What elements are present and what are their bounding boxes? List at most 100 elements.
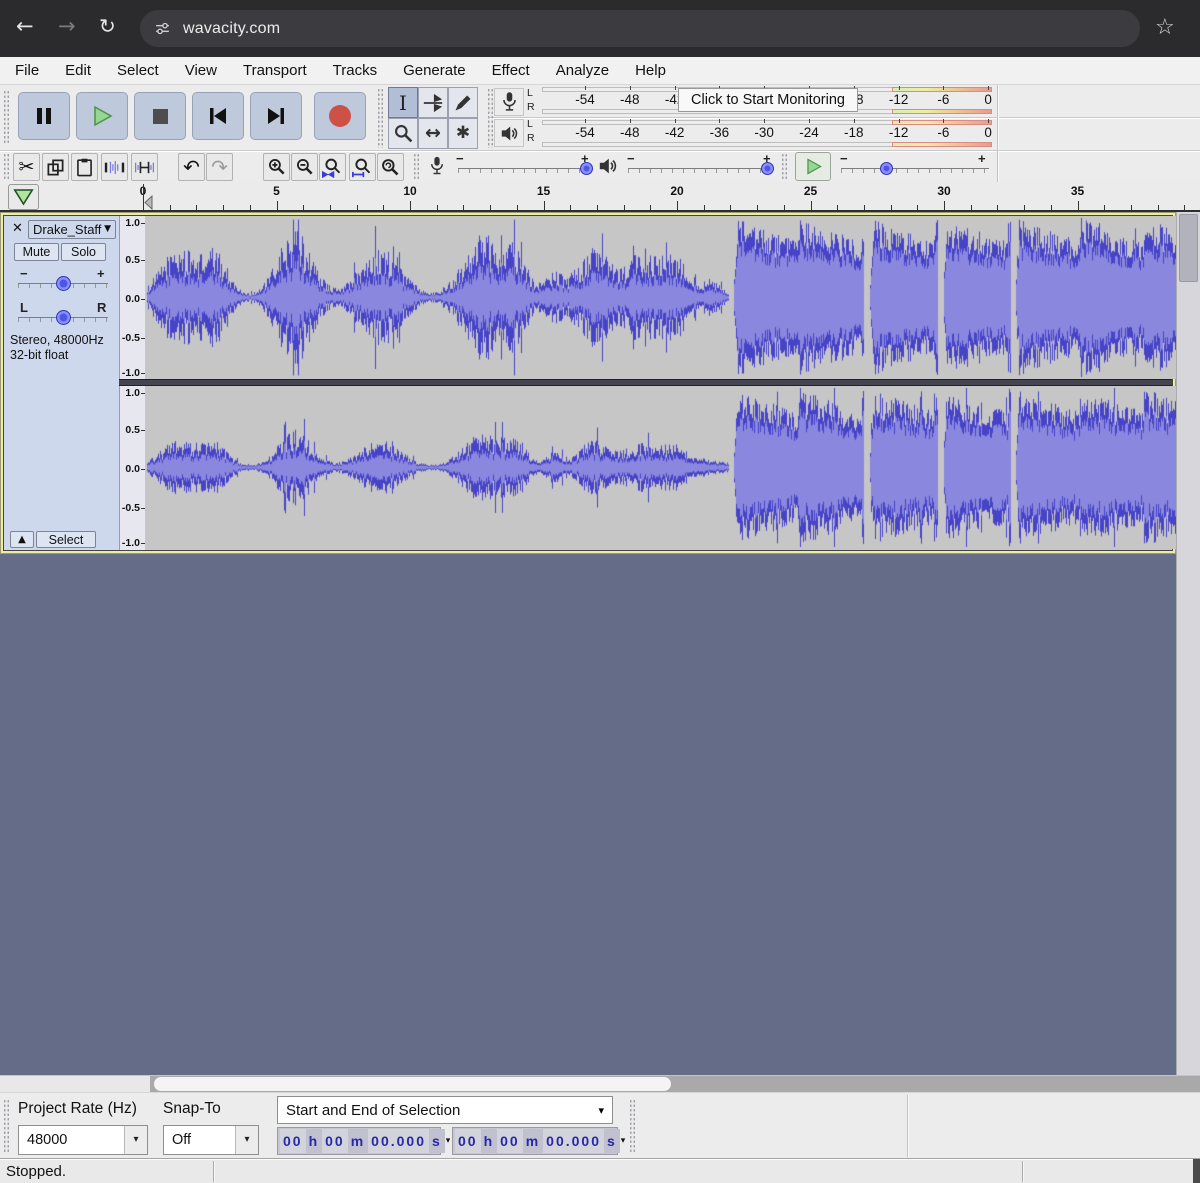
playback-meter[interactable]: -54-48-42-36-30-24-18-12-60: [540, 118, 996, 149]
multi-tool-button[interactable]: ✱: [448, 118, 478, 149]
browser-back-icon[interactable]: ←: [16, 16, 34, 37]
snap-to-combo[interactable]: Off ▾: [163, 1125, 259, 1155]
paste-button[interactable]: [71, 153, 98, 181]
fit-project-button[interactable]: [349, 153, 376, 181]
pan-thumb[interactable]: [56, 310, 71, 325]
status-bar: Stopped.: [0, 1158, 1200, 1183]
track-select-button[interactable]: Select: [36, 531, 96, 548]
horizontal-scrollbar-thumb[interactable]: [154, 1077, 671, 1091]
waveform-channel-right[interactable]: [145, 386, 1178, 549]
menu-item-edit[interactable]: Edit: [52, 62, 104, 79]
pause-button[interactable]: [18, 92, 70, 140]
selection-end-field[interactable]: 00h00m00.000s▾: [452, 1127, 618, 1155]
menu-item-transport[interactable]: Transport: [230, 62, 320, 79]
project-rate-combo[interactable]: 48000 ▾: [18, 1125, 148, 1155]
menu-item-effect[interactable]: Effect: [479, 62, 543, 79]
selection-tool-button[interactable]: I: [388, 87, 418, 118]
selection-start-field[interactable]: 00h00m00.000s▾: [277, 1127, 441, 1155]
play-at-speed-grip[interactable]: [781, 153, 787, 181]
bookmark-star-icon[interactable]: ☆: [1155, 17, 1175, 39]
vertical-scrollbar-thumb[interactable]: [1179, 214, 1198, 282]
url-bar[interactable]: wavacity.com: [140, 10, 1140, 47]
horizontal-scrollbar[interactable]: [0, 1075, 1200, 1092]
skip-to-end-icon: [266, 107, 286, 125]
play-region-marker: [144, 195, 153, 210]
record-meter-mic-button[interactable]: [494, 88, 524, 116]
stop-button[interactable]: [134, 92, 186, 140]
timeline-ruler[interactable]: 05101520253035: [0, 182, 1200, 212]
gain-thumb[interactable]: [56, 276, 71, 291]
record-button[interactable]: [314, 92, 366, 140]
vertical-scrollbar[interactable]: [1176, 212, 1200, 1075]
track-close-icon[interactable]: ✕: [12, 222, 23, 235]
ibeam-icon: I: [399, 91, 407, 115]
zoom-toggle-button[interactable]: [377, 153, 404, 181]
waveform-channel-left[interactable]: [145, 216, 1178, 379]
menu-item-select[interactable]: Select: [104, 62, 172, 79]
selection-toolbar-grip[interactable]: [3, 1099, 9, 1153]
track-collapse-button[interactable]: ▲: [10, 531, 34, 548]
transport-toolbar-grip[interactable]: [3, 90, 9, 145]
copy-icon: [46, 158, 65, 177]
microphone-icon: [502, 92, 517, 113]
play-at-speed-button[interactable]: [795, 152, 831, 181]
menu-item-help[interactable]: Help: [622, 62, 679, 79]
draw-tool-button[interactable]: [448, 87, 478, 118]
menu-item-view[interactable]: View: [172, 62, 230, 79]
redo-button[interactable]: ↷: [206, 153, 233, 181]
play-volume-min: −: [627, 151, 635, 166]
time-toolbar-grip[interactable]: [629, 1099, 635, 1153]
browser-bar: ← → ↻ wavacity.com ☆: [0, 0, 1200, 57]
recording-volume-thumb[interactable]: [580, 162, 593, 175]
browser-forward-icon[interactable]: →: [58, 16, 76, 37]
skip-to-start-icon: [208, 107, 228, 125]
meter-toolbar-grip[interactable]: [487, 88, 493, 148]
trim-audio-button[interactable]: [101, 153, 128, 181]
zoom-out-button[interactable]: [291, 153, 318, 181]
envelope-tool-button[interactable]: [418, 87, 448, 118]
copy-button[interactable]: [42, 153, 69, 181]
time-shift-tool-button[interactable]: ↔: [418, 118, 448, 149]
site-settings-icon[interactable]: [154, 20, 171, 37]
playback-volume-thumb[interactable]: [761, 162, 774, 175]
menu-item-generate[interactable]: Generate: [390, 62, 479, 79]
gain-max-label: +: [97, 266, 105, 281]
envelope-icon: [422, 92, 444, 114]
undo-icon: ↶: [183, 157, 200, 177]
trim-icon: [104, 159, 125, 176]
fit-selection-button[interactable]: [319, 153, 346, 181]
zoom-out-icon: [295, 157, 315, 177]
track-title-dropdown[interactable]: Drake_Staff ▼: [28, 220, 116, 239]
status-divider: [1022, 1161, 1023, 1182]
zoom-in-icon: [267, 157, 287, 177]
zoom-in-button[interactable]: [263, 153, 290, 181]
zoom-tool-button[interactable]: [388, 118, 418, 149]
skip-to-start-button[interactable]: [192, 92, 244, 140]
play-meter-r-label: R: [527, 132, 535, 144]
play-speed-thumb[interactable]: [880, 162, 893, 175]
snap-to-label: Snap-To: [163, 1100, 221, 1118]
solo-button[interactable]: Solo: [61, 243, 106, 261]
project-rate-label: Project Rate (Hz): [18, 1100, 137, 1118]
cut-button[interactable]: ✂: [13, 153, 40, 181]
mute-button[interactable]: Mute: [14, 243, 59, 261]
recording-meter[interactable]: Click to Start Monitoring -54-48-42-36-3…: [540, 85, 996, 116]
undo-button[interactable]: ↶: [178, 153, 205, 181]
browser-reload-icon[interactable]: ↻: [99, 16, 116, 36]
menu-item-tracks[interactable]: Tracks: [320, 62, 390, 79]
silence-audio-button[interactable]: [131, 153, 158, 181]
track-canvas-background[interactable]: [0, 554, 1176, 1075]
play-meter-speaker-button[interactable]: [494, 119, 524, 147]
selection-mode-dropdown[interactable]: Start and End of Selection ▾: [277, 1096, 613, 1124]
mixer-toolbar-grip[interactable]: [413, 153, 419, 181]
play-button[interactable]: [76, 92, 128, 140]
play-meter-l-label: L: [527, 118, 533, 130]
monitoring-tooltip[interactable]: Click to Start Monitoring: [678, 88, 858, 112]
url-text[interactable]: wavacity.com: [183, 20, 280, 38]
menu-item-file[interactable]: File: [2, 62, 52, 79]
track-control-panel[interactable]: ✕ Drake_Staff ▼ Mute Solo − + L R Stereo…: [4, 216, 119, 550]
record-meter-l-label: L: [527, 87, 533, 99]
menu-item-analyze[interactable]: Analyze: [543, 62, 622, 79]
skip-to-end-button[interactable]: [250, 92, 302, 140]
tools-toolbar-grip[interactable]: [377, 88, 383, 148]
